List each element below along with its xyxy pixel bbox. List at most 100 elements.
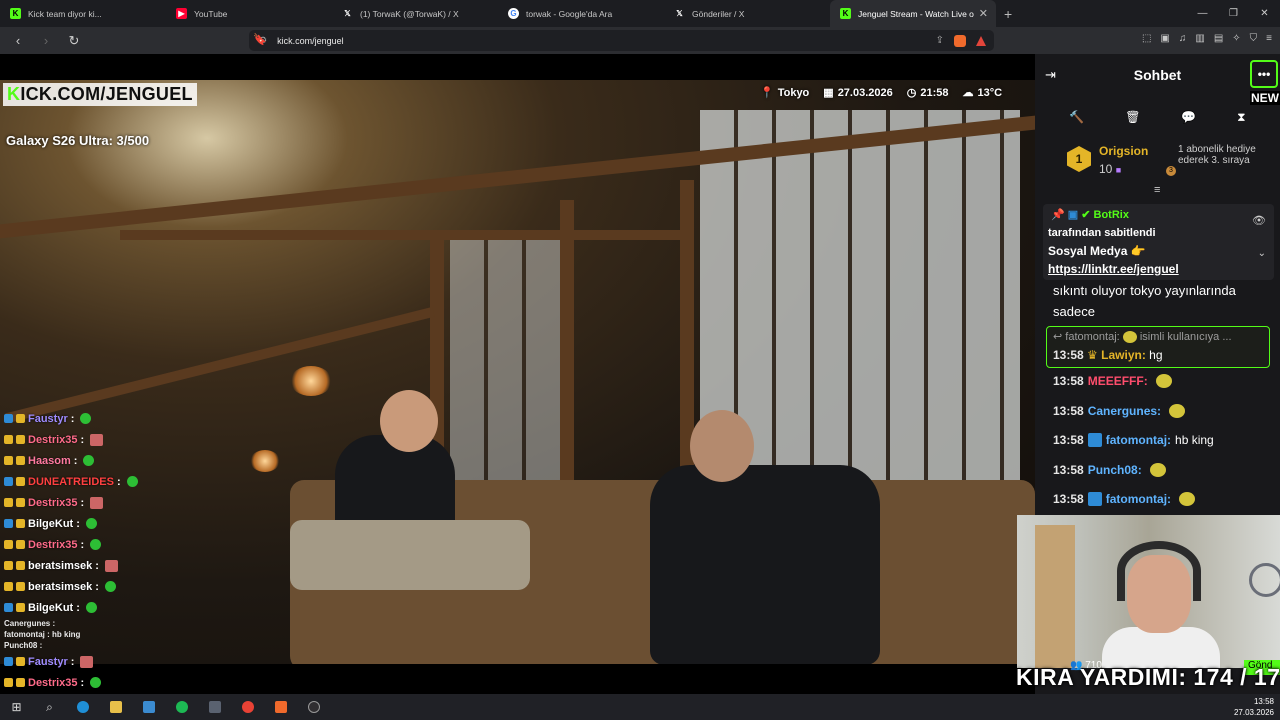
browser-tab[interactable]: 𝕏 Gönderiler / X [664,0,830,27]
reload-icon[interactable]: ↻ [64,33,84,49]
overlay-chat-row: BilgeKut: [4,597,224,618]
channel-watermark: KICK.COM/JENGUEL [3,83,197,106]
message-user[interactable]: Lawiyn: [1101,348,1146,362]
browser-tab[interactable]: 𝕏 (1) TorwaK (@TorwaK) / X [332,0,498,27]
webcam-door [1035,525,1075,668]
calendar-icon: ▦ [823,87,834,99]
tab-strip: K Kick team diyor ki... ▶ YouTube 𝕏 (1) Tor… [0,0,1280,27]
calculator-icon[interactable] [198,694,231,720]
collapse-chat-icon[interactable]: ⇥ [1045,67,1056,83]
emote-icon [1122,331,1137,344]
browser-tab[interactable]: Gtorwak - Google'da Ara [498,0,664,27]
new-tab-button[interactable]: + [1004,6,1012,22]
bot-badge-icon: ▣ [1067,209,1079,221]
bookmark-icon[interactable]: 🔖 [253,33,267,46]
headset-icon [1117,541,1201,601]
gift-leaderboard[interactable]: 1 Origsion 10 ■ 3 1 abonelik hediye eder… [1065,142,1275,186]
overlay-chat-row: Destrix35: [4,429,224,450]
overlay-badge-icon [4,519,13,528]
webcam-fan [1249,563,1280,597]
pin-icon: 📌 [1051,209,1065,221]
system-clock[interactable]: 13:58 27.03.2026 [1234,696,1274,718]
message-user[interactable]: Canergunes: [1088,404,1161,418]
screenshot-icon[interactable]: ▣ [1160,33,1169,44]
share-icon[interactable]: ⇪ [936,35,944,46]
media-icon[interactable]: ♫ [1179,33,1187,44]
message-user[interactable]: fatomontaj: [1106,492,1171,506]
sidebar-icon[interactable]: ▥ [1195,33,1204,44]
emote-icon [90,677,102,688]
hourglass-icon[interactable]: ⧗ [1237,110,1245,125]
overlay-colon: : [76,601,80,614]
overlay-badge-icon [4,435,13,444]
leader-count-value: 10 [1099,162,1113,176]
message-user[interactable]: fatomontaj: [1106,433,1171,447]
ceiling-lamp [290,366,332,396]
overlay-username: Destrix35 [28,496,78,509]
location-item: 📍 Tokyo [760,86,809,99]
pinned-link[interactable]: https://linktr.ee/jenguel [1048,262,1179,276]
file-explorer-icon[interactable] [99,694,132,720]
obs-icon[interactable] [297,694,330,720]
chrome-icon[interactable] [231,694,264,720]
brave-rewards-icon[interactable] [976,35,986,46]
store-icon[interactable] [132,694,165,720]
reply-message[interactable]: ↩ fatomontaj: isimli kullanıcıya ... 13:… [1046,326,1270,368]
message-user[interactable]: Punch08: [1088,463,1142,477]
overlay-colon: : [80,538,85,551]
stream-player[interactable]: KICK.COM/JENGUEL Galaxy S26 Ultra: 3/500… [0,54,1035,694]
edge-icon[interactable] [66,694,99,720]
tab-title: Jenguel Stream - Watch Live o [858,8,974,19]
hide-eye-icon[interactable]: 👁 [1252,214,1266,227]
close-tab-icon[interactable]: ✕ [979,7,988,20]
watermark-k: K [7,84,21,104]
reply-arrow-icon: ↩ [1053,331,1063,343]
message-user[interactable]: MEEEFFF: [1088,374,1148,388]
brave-shield-icon[interactable] [954,34,966,47]
person-left-legs [290,520,530,590]
watermark-text: ICK.COM/JENGUEL [20,84,193,104]
brave-icon[interactable] [264,694,297,720]
trash-icon[interactable]: 🗑 [1125,110,1140,124]
wallet-icon[interactable]: ▤ [1214,33,1223,44]
leo-icon[interactable]: ✧ [1232,33,1240,44]
browser-tab-active[interactable]: K Jenguel Stream - Watch Live o ✕ [830,0,996,27]
back-icon[interactable]: ‹ [8,33,28,48]
browser-tab[interactable]: ▶ YouTube [166,0,332,27]
tab-title: torwak - Google'da Ara [526,8,613,19]
overlay-username: Faustyr [28,655,68,668]
chat-message[interactable]: 13:58 Punch08: [1053,462,1273,477]
address-bar[interactable]: ⚙ kick.com/jenguel ⇪ [249,30,994,51]
chat-message[interactable]: 13:58 Canergunes: [1053,403,1273,418]
chat-bubble-icon[interactable]: 💬 [1181,110,1196,124]
shoji-window [450,240,570,500]
chat-message[interactable]: 13:58 fatomontaj: hb king [1053,433,1273,447]
leader-gift-note: 3 1 abonelik hediye ederek 3. sıraya [1166,144,1258,176]
x-favicon-icon: 𝕏 [676,9,683,18]
overlay-chat-row: DUNEATREIDES: [4,471,224,492]
chevron-down-icon[interactable]: ⌄ [1258,248,1266,259]
menu-icon[interactable]: ≡ [1266,33,1272,44]
ban-hammer-icon[interactable]: 🔨 [1069,110,1084,124]
minimize-icon[interactable]: — [1187,8,1218,19]
stream-info-bar: 📍 Tokyo ▦ 27.03.2026 ◷ 21:58 ☁ 13°C [760,86,1002,99]
search-icon[interactable]: ⌕ [33,694,66,720]
pinned-message[interactable]: 📌 ▣ ✔ BotRix tarafından sabitlendi Sosya… [1043,204,1274,280]
chat-message[interactable]: 13:58 MEEEFFF: [1053,374,1273,388]
browser-tab[interactable]: K Kick team diyor ki... [0,0,166,27]
spotify-icon[interactable] [165,694,198,720]
windows-start-icon[interactable]: ⊞ [0,694,33,720]
forward-icon[interactable]: › [36,33,56,48]
filter-icon[interactable]: ≡ [1154,184,1160,196]
close-window-icon[interactable]: ✕ [1249,8,1280,19]
vpn-icon[interactable]: ⛉ [1250,33,1258,44]
chat-message[interactable]: 13:58 fatomontaj: [1053,492,1273,506]
emote-icon [126,476,138,487]
maximize-icon[interactable]: ❐ [1218,8,1249,19]
date-text: 27.03.2026 [837,87,893,99]
more-options-button[interactable]: ••• [1250,60,1278,88]
extensions-icon[interactable]: ⬚ [1142,33,1151,44]
chat-header: ⇥ Sohbet ••• [1035,54,1280,96]
overlay-colon: : [70,655,75,668]
overlay-badge-icon [4,498,13,507]
